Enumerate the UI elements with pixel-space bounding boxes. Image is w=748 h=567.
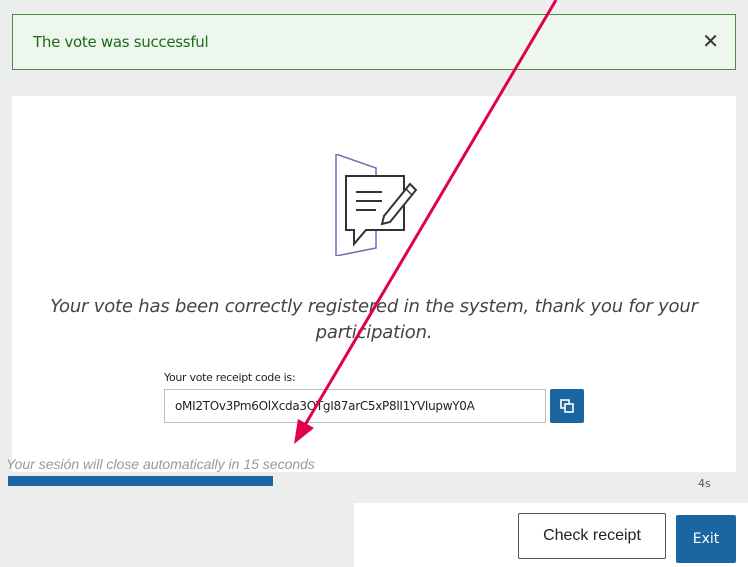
footer-left-panel [8, 503, 354, 567]
receipt-code-label: Your vote receipt code is: [164, 371, 296, 384]
time-remaining: 4s [698, 477, 711, 490]
receipt-code-field[interactable] [164, 389, 546, 423]
session-progress-fill [8, 476, 273, 486]
confirmation-message: Your vote has been correctly registered … [50, 296, 698, 343]
check-receipt-button[interactable]: Check receipt [518, 513, 666, 559]
success-alert: The vote was successful ✕ [12, 14, 736, 70]
session-timeout-message: Your sesión will close automatically in … [6, 456, 315, 472]
copy-code-button[interactable] [550, 389, 584, 423]
session-progress-bar [8, 476, 670, 486]
close-icon[interactable]: ✕ [702, 32, 719, 52]
alert-message: The vote was successful [33, 33, 209, 51]
exit-button[interactable]: Exit [676, 515, 736, 563]
copy-icon [560, 399, 574, 413]
vote-confirmation-card: Your vote has been correctly registered … [12, 96, 736, 472]
vote-document-pen-icon [335, 154, 418, 256]
